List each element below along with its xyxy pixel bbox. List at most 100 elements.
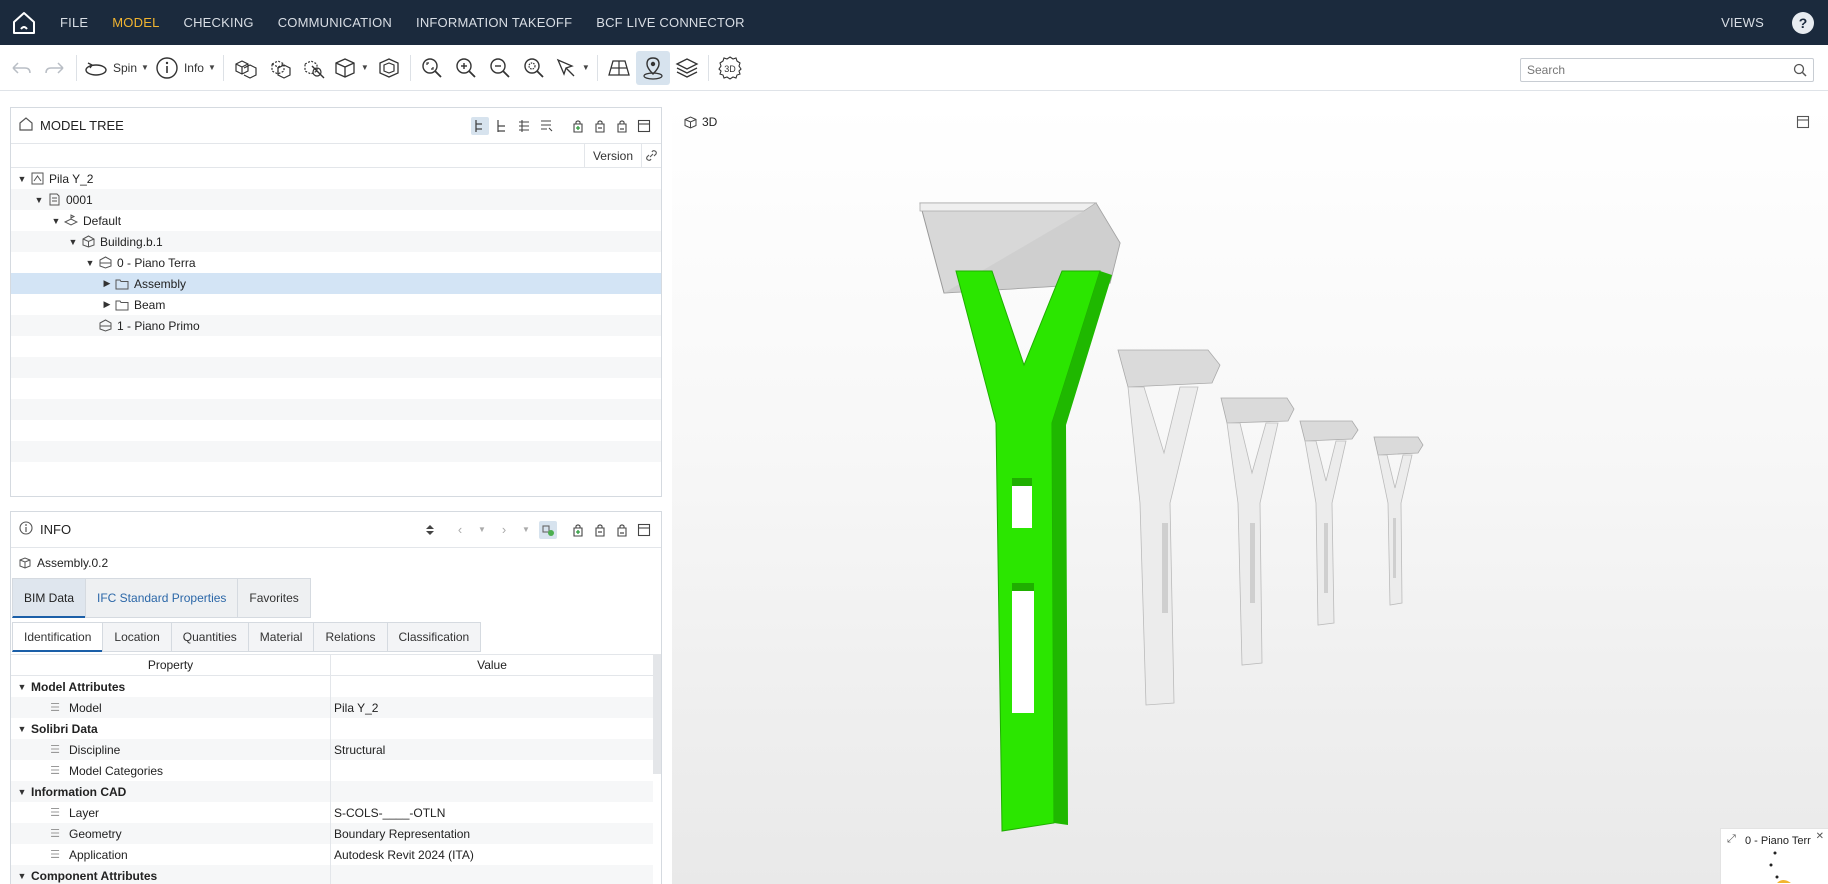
property-row[interactable]: ☰ Discipline Structural	[11, 739, 653, 760]
pier-cap-top	[919, 202, 1098, 212]
tree-row[interactable]: ▼ 0001	[11, 189, 661, 210]
slice-icon[interactable]	[372, 51, 406, 85]
property-row[interactable]: ☰ Layer S-COLS-____-OTLN	[11, 802, 653, 823]
tab-ifc-standard-properties[interactable]: IFC Standard Properties	[85, 578, 238, 618]
spin-button[interactable]: Spin ▼	[81, 51, 152, 85]
chevron-down-icon[interactable]: ▼	[49, 216, 63, 226]
tab-favorites[interactable]: Favorites	[237, 578, 311, 618]
property-row[interactable]: ☰ Model Categories	[11, 760, 653, 781]
tree-row[interactable]: 1 - Piano Primo	[11, 315, 661, 336]
tree-view-icon[interactable]	[471, 116, 489, 135]
info-icon	[156, 56, 178, 79]
next-icon[interactable]: ›	[495, 521, 513, 539]
chevron-down-icon[interactable]: ▼	[15, 787, 29, 797]
help-icon[interactable]: ?	[1792, 11, 1814, 34]
chevron-down-icon[interactable]: ▼	[15, 724, 29, 734]
home-icon[interactable]	[0, 0, 48, 45]
selection-mode-button[interactable]: ▼	[551, 51, 593, 85]
tree-row[interactable]: ▼ Building.b.1	[11, 231, 661, 252]
window-icon[interactable]	[635, 117, 653, 135]
toolbar-separator	[222, 54, 224, 81]
hide-components-icon[interactable]	[296, 51, 330, 85]
window-icon[interactable]	[635, 521, 653, 539]
info-button[interactable]: Info ▼	[152, 51, 219, 85]
scrollbar[interactable]	[653, 654, 661, 774]
property-row[interactable]: ☰ Application Autodesk Revit 2024 (ITA)	[11, 844, 653, 865]
tab-location[interactable]: Location	[102, 622, 171, 652]
select-components-icon[interactable]	[228, 51, 262, 85]
previous-icon[interactable]: ‹	[451, 521, 469, 539]
floor-plan-icon[interactable]	[602, 51, 636, 85]
chevron-down-icon[interactable]: ▼	[32, 195, 46, 205]
components-tree-icon[interactable]	[515, 117, 533, 135]
property-group-row[interactable]: ▼ Component Attributes	[11, 865, 653, 884]
menu-views[interactable]: VIEWS	[1709, 0, 1776, 45]
isolate-components-icon[interactable]	[262, 51, 296, 85]
history-dropdown-icon[interactable]: ▼	[473, 521, 491, 539]
menu-bcf-live-connector[interactable]: BCF LIVE CONNECTOR	[584, 0, 757, 45]
value-column-header[interactable]: Value	[331, 655, 653, 675]
property-row[interactable]: ☰ Model Pila Y_2	[11, 697, 653, 718]
3d-view[interactable]: 3D ⤢ 0 - Piano Terr ✕	[672, 103, 1828, 884]
visibility-box-button[interactable]: ▼	[330, 51, 372, 85]
next-dropdown-icon[interactable]: ▼	[517, 521, 535, 539]
menu-file[interactable]: FILE	[48, 0, 100, 45]
menu-checking[interactable]: CHECKING	[172, 0, 266, 45]
property-row[interactable]: ☰ Geometry Boundary Representation	[11, 823, 653, 844]
property-cell: ☰ Application	[11, 844, 331, 865]
layers-icon[interactable]	[670, 51, 704, 85]
add-panel-icon[interactable]	[569, 521, 587, 539]
zoom-selected-icon[interactable]	[517, 51, 551, 85]
chevron-down-icon[interactable]: ▼	[15, 682, 29, 692]
lock-panel-icon[interactable]	[591, 117, 609, 135]
tree-row[interactable]: ▼ Pila Y_2	[11, 168, 661, 189]
3d-settings-button[interactable]: 3D	[713, 51, 747, 85]
link-icon[interactable]	[641, 143, 661, 168]
zoom-fit-icon[interactable]	[415, 51, 449, 85]
chevron-down-icon[interactable]: ▼	[15, 174, 29, 184]
tab-material[interactable]: Material	[247, 622, 314, 652]
property-handle-icon: ☰	[50, 849, 60, 861]
pier-4	[1299, 420, 1359, 626]
chevron-down-icon[interactable]: ▼	[83, 258, 97, 268]
tree-row[interactable]: ▶ Assembly	[11, 273, 661, 294]
redo-icon[interactable]	[38, 51, 72, 85]
search-input[interactable]: Search	[1520, 58, 1814, 82]
menu-model[interactable]: MODEL	[100, 0, 171, 45]
property-column-header[interactable]: Property	[11, 655, 331, 675]
lock-panel-icon[interactable]	[591, 521, 609, 539]
unlock-panel-icon[interactable]	[613, 521, 631, 539]
property-group-row[interactable]: ▼ Information CAD	[11, 781, 653, 802]
filter-tree-icon[interactable]	[537, 117, 555, 135]
minimap[interactable]: ⤢ 0 - Piano Terr ✕	[1720, 828, 1828, 884]
minimap-plan	[1769, 851, 1791, 883]
zoom-out-icon[interactable]	[483, 51, 517, 85]
zoom-in-icon[interactable]	[449, 51, 483, 85]
sort-icon[interactable]	[421, 521, 439, 539]
tab-identification[interactable]: Identification	[12, 622, 103, 652]
tree-row[interactable]: ▼ 0 - Piano Terra	[11, 252, 661, 273]
menu-communication[interactable]: COMMUNICATION	[266, 0, 404, 45]
chevron-right-icon[interactable]: ▶	[100, 278, 114, 289]
unlock-panel-icon[interactable]	[613, 117, 631, 135]
tree-row[interactable]: ▶ Beam	[11, 294, 661, 315]
menu-information-takeoff[interactable]: INFORMATION TAKEOFF	[404, 0, 584, 45]
search-icon[interactable]	[1793, 63, 1807, 77]
property-group-row[interactable]: ▼ Solibri Data	[11, 718, 653, 739]
chevron-right-icon[interactable]: ▶	[100, 299, 114, 310]
location-marker-icon[interactable]	[635, 50, 670, 85]
undo-icon[interactable]	[4, 51, 38, 85]
tab-quantities[interactable]: Quantities	[170, 622, 248, 652]
add-panel-icon[interactable]	[569, 117, 587, 135]
version-column-header[interactable]: Version	[583, 143, 641, 168]
tab-bim-data[interactable]: BIM Data	[12, 578, 86, 618]
hierarchy-icon[interactable]	[493, 117, 511, 135]
tree-row-label: 1 - Piano Primo	[117, 318, 200, 333]
link-selection-icon[interactable]	[539, 520, 557, 539]
chevron-down-icon[interactable]: ▼	[66, 237, 80, 247]
property-group-row[interactable]: ▼ Model Attributes	[11, 676, 653, 697]
tab-classification[interactable]: Classification	[386, 622, 482, 652]
tab-relations[interactable]: Relations	[313, 622, 387, 652]
tree-row[interactable]: ▼ Default	[11, 210, 661, 231]
chevron-down-icon[interactable]: ▼	[15, 871, 29, 881]
